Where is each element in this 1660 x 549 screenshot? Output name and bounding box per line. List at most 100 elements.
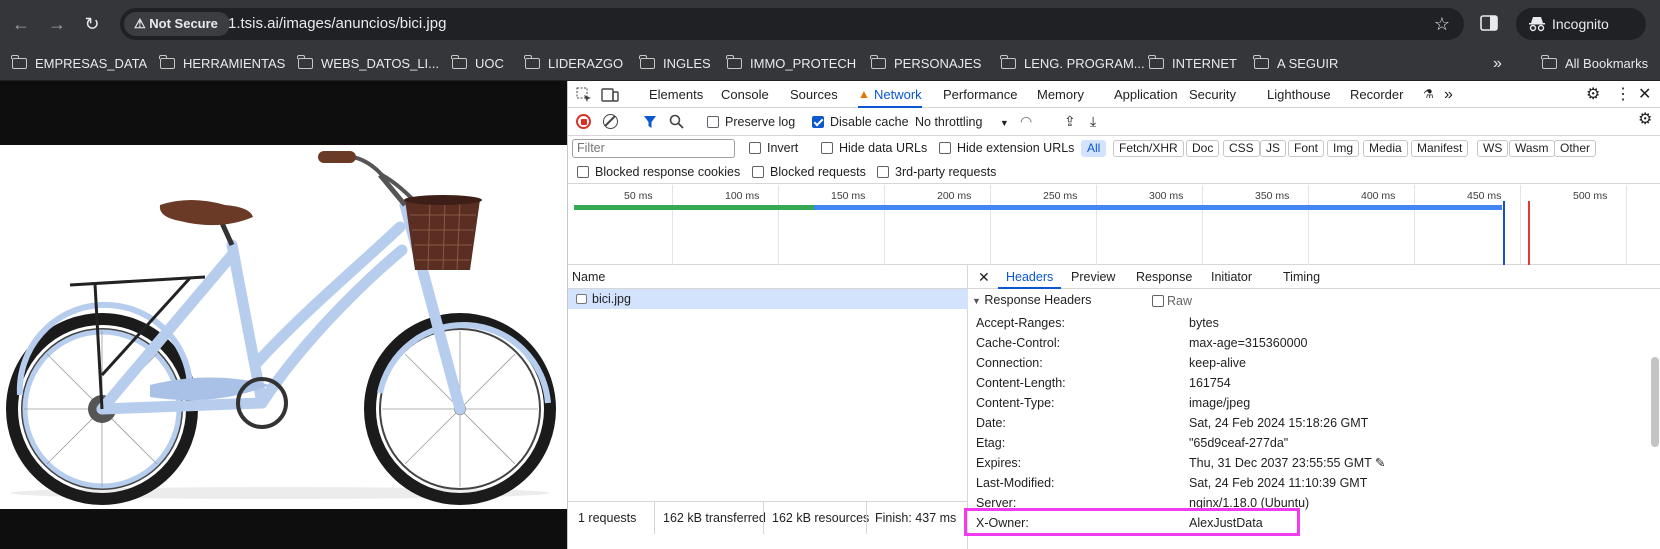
header-value: "65d9ceaf-277da" [1189,436,1289,450]
overview-tick [1096,185,1097,265]
close-details-icon[interactable]: ✕ [978,265,990,289]
type-filter-fetch-xhr[interactable]: Fetch/XHR [1113,140,1184,157]
security-label: Not Secure [149,16,218,31]
tab-initiator[interactable]: Initiator [1211,265,1252,289]
bookmark-folder[interactable]: A SEGUIR [1253,47,1338,81]
bookmark-folder[interactable]: HERRAMIENTAS [159,47,285,81]
type-filter-font[interactable]: Font [1288,140,1325,157]
blocked-requests-checkbox[interactable]: Blocked requests [752,164,866,180]
side-panel-icon[interactable] [1478,12,1500,34]
type-filter-ws[interactable]: WS [1477,140,1509,157]
tab-performance[interactable]: Performance [943,81,1017,108]
tab-network[interactable]: ▲ Network [858,81,922,108]
bookmark-folder[interactable]: PERSONAJES [870,47,981,81]
filter-funnel-icon[interactable] [643,115,657,129]
settings-gear-icon[interactable]: ⚙ [1586,81,1600,108]
overview-tick-label: 350 ms [1255,190,1290,202]
folder-icon [159,55,175,69]
type-filter-manifest[interactable]: Manifest [1411,140,1469,157]
more-tabs-icon[interactable]: » [1444,81,1453,108]
tab-memory[interactable]: Memory [1037,81,1084,108]
tab-timing[interactable]: Timing [1283,265,1320,289]
tab-console[interactable]: Console [721,81,769,108]
bookmarks-overflow-button[interactable]: » [1493,47,1502,81]
disable-cache-checkbox[interactable]: Disable cache [812,114,909,130]
folder-icon [1253,55,1269,69]
finish-time: Finish: 437 ms [866,502,956,534]
tab-recorder[interactable]: Recorder [1350,81,1403,108]
header-key: Content-Type: [976,396,1055,410]
type-filter-css[interactable]: CSS [1223,140,1260,157]
more-options-icon[interactable]: ⋮ [1615,81,1631,108]
overview-tick [990,185,991,265]
third-party-requests-checkbox[interactable]: 3rd-party requests [877,164,996,180]
type-filter-media[interactable]: Media [1363,140,1408,157]
forward-arrow-icon[interactable]: → [45,12,69,36]
network-conditions-icon[interactable]: ◠ [1020,113,1032,129]
tab-lighthouse[interactable]: Lighthouse [1267,81,1331,108]
bookmark-folder[interactable]: INGLES [639,47,711,81]
name-column-header[interactable]: Name [568,265,968,289]
tab-preview[interactable]: Preview [1071,265,1115,289]
bookmark-folder[interactable]: LENG. PROGRAM... [1000,47,1145,81]
scrollbar-thumb[interactable] [1651,357,1659,447]
import-har-icon[interactable]: ⇪ [1064,113,1076,129]
incognito-chip[interactable]: Incognito [1516,8,1646,40]
bookmark-folder[interactable]: UOC [451,47,504,81]
hide-data-urls-checkbox[interactable]: Hide data URLs [821,140,927,156]
all-bookmarks-button[interactable]: All Bookmarks [1541,47,1648,81]
request-row[interactable]: bici.jpg [568,289,968,309]
folder-icon [1000,55,1016,69]
raw-checkbox[interactable]: Raw [1152,293,1192,309]
security-chip[interactable]: ⚠ Not Secure [124,12,230,36]
export-har-icon[interactable]: ⤓ [1090,113,1096,129]
tab-headers[interactable]: Headers [998,265,1062,289]
details-tab-bar: ✕ Headers Preview Response Initiator Tim… [968,265,1660,289]
type-filter-wasm[interactable]: Wasm [1509,140,1555,157]
reload-icon[interactable]: ↻ [80,12,104,36]
edit-pencil-icon[interactable]: ✎ [1375,456,1385,470]
inspect-element-icon[interactable] [576,87,592,103]
tab-elements[interactable]: Elements [649,81,703,108]
clear-icon[interactable] [603,114,618,129]
tab-application[interactable]: Application [1114,81,1178,108]
type-filter-img[interactable]: Img [1327,140,1360,157]
bookmark-folder[interactable]: WEBS_DATOS_LI... [297,47,439,81]
device-toolbar-icon[interactable] [601,87,619,103]
bookmark-folder[interactable]: IMMO_PROTECH [726,47,856,81]
hide-extension-urls-checkbox[interactable]: Hide extension URLs [939,140,1074,156]
overview-tick [1202,185,1203,265]
throttling-select[interactable]: No throttling ▼ [915,114,1009,131]
tab-response[interactable]: Response [1136,265,1192,289]
folder-icon [1148,55,1164,69]
response-headers-section[interactable]: ▼ Response Headers [972,290,1091,310]
close-devtools-icon[interactable]: ✕ [1638,81,1651,108]
incognito-label: Incognito [1552,16,1609,32]
bookmark-folder[interactable]: INTERNET [1148,47,1237,81]
network-settings-gear-icon[interactable]: ⚙ [1638,112,1652,128]
type-filter-js[interactable]: JS [1260,140,1287,157]
invert-checkbox[interactable]: Invert [749,140,798,156]
header-value: bytes [1189,316,1219,330]
blocked-response-cookies-checkbox[interactable]: Blocked response cookies [577,164,740,180]
filter-input[interactable]: Filter [572,139,735,158]
address-bar[interactable]: ⚠ Not Secure 1.tsis.ai/images/anuncios/b… [120,8,1464,40]
highlight-box [964,508,1300,536]
back-arrow-icon[interactable]: ← [9,12,33,36]
overview-tick-label: 300 ms [1149,190,1184,202]
type-filter-all[interactable]: All [1081,140,1107,157]
tab-sources[interactable]: Sources [790,81,838,108]
type-filter-doc[interactable]: Doc [1186,140,1220,157]
tab-security[interactable]: Security [1189,81,1236,108]
url-text[interactable]: 1.tsis.ai/images/anuncios/bici.jpg [228,8,446,40]
bookmark-folder[interactable]: LIDERAZGO [524,47,623,81]
bookmark-star-icon[interactable]: ☆ [1434,8,1450,40]
record-stop-icon[interactable] [576,114,591,129]
folder-icon [524,55,540,69]
search-icon[interactable] [669,114,684,129]
overview-tick-label: 150 ms [831,190,866,202]
preserve-log-checkbox[interactable]: Preserve log [707,114,795,130]
transferred-size: 162 kB transferred [654,502,766,534]
type-filter-other[interactable]: Other [1554,140,1597,157]
bookmark-folder[interactable]: EMPRESAS_DATA [11,47,147,81]
